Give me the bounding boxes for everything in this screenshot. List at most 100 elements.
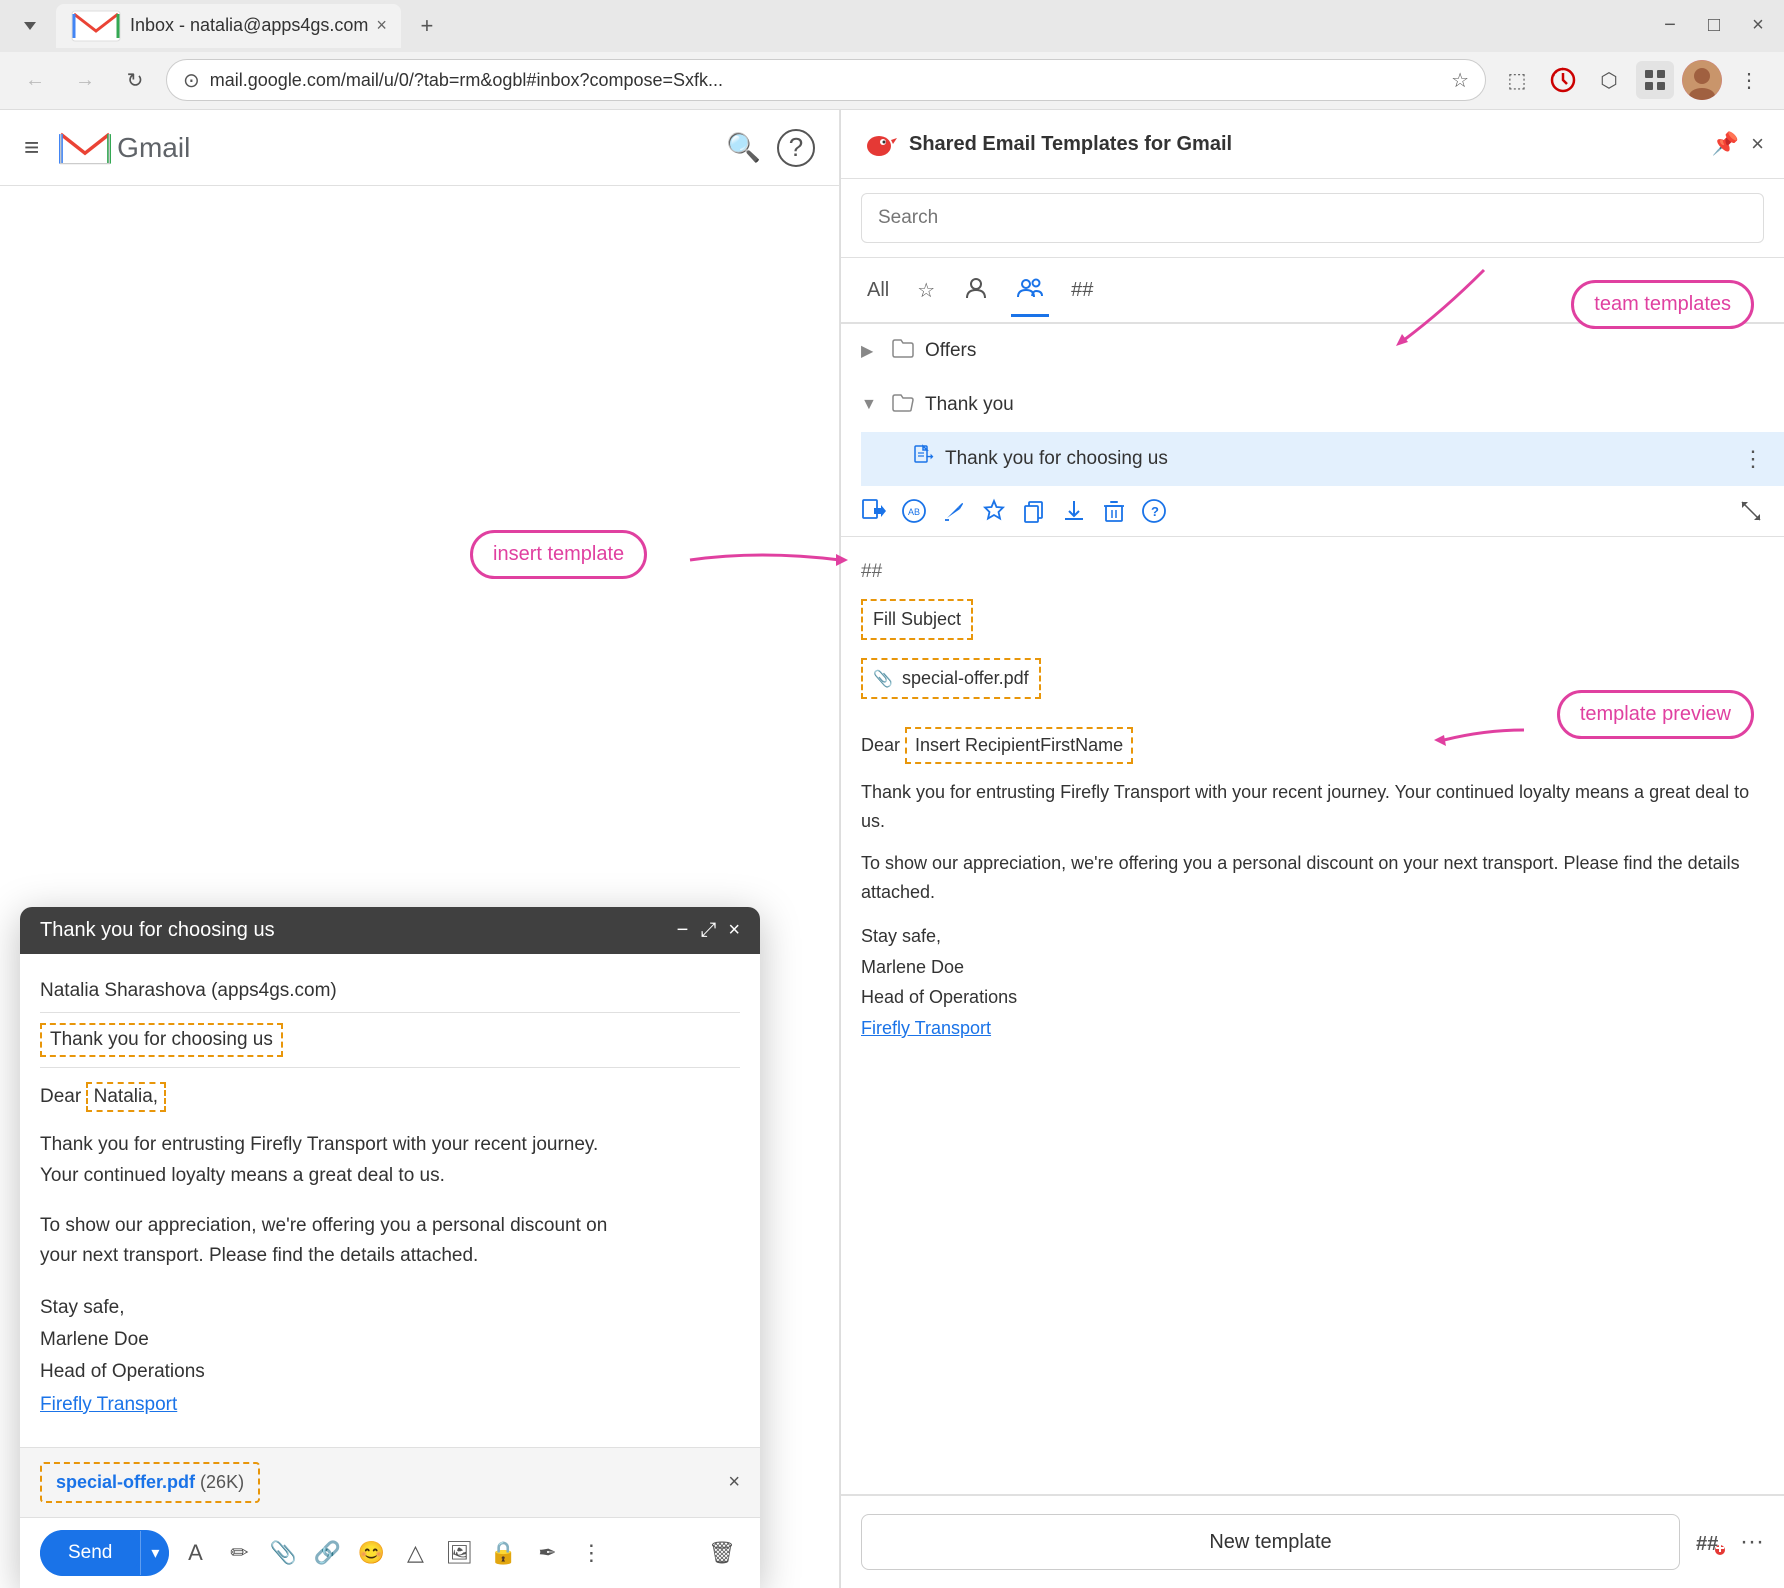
tree-folder-offers[interactable]: ▶ Offers [841,324,1784,378]
action-delete-icon[interactable] [1101,498,1127,524]
back-button[interactable]: ← [16,61,54,99]
preview-recipient-placeholder: Insert RecipientFirstName [905,727,1133,764]
window-maximize[interactable]: □ [1696,8,1732,44]
toolbar-more-icon[interactable]: ⋮ [573,1535,609,1571]
compose-signature: Stay safe, Marlene Doe Head of Operation… [40,1282,740,1431]
footer-more-button[interactable]: ··· [1740,1528,1764,1556]
preview-hash: ## [861,557,1764,587]
forward-button[interactable]: → [66,61,104,99]
cast-button[interactable]: ⬚ [1498,61,1536,99]
tree-folder-thankyou[interactable]: ▼ Thank you [841,378,1784,432]
compose-sig-link[interactable]: Firefly Transport [40,1389,740,1421]
compose-name-highlight: Natalia, [86,1082,166,1112]
drive-icon[interactable]: △ [397,1535,433,1571]
delete-draft-icon[interactable]: 🗑 [704,1535,740,1571]
gmail-logo-icon [59,127,111,169]
tree-item-thankyou-template[interactable]: Thank you for choosing us ⋮ [861,432,1784,486]
compose-close[interactable]: × [728,919,740,942]
ext-header: Shared Email Templates for Gmail 📌 × [841,110,1784,179]
compose-resize[interactable]: ⤢ [700,919,716,942]
preview-body1: Thank you for entrusting Firefly Transpo… [861,778,1764,836]
ext-close-button[interactable]: × [1751,131,1764,157]
action-edit-icon[interactable] [941,498,967,524]
compose-minimize[interactable]: − [677,919,689,942]
ext-footer: New template ## ··· [841,1495,1784,1588]
send-dropdown-button[interactable]: ▾ [140,1531,169,1575]
action-copy-icon[interactable] [1021,498,1047,524]
format-text-icon[interactable]: A [177,1535,213,1571]
team-icon [1017,274,1043,306]
url-text: mail.google.com/mail/u/0/?tab=rm&ogbl#in… [210,70,1441,91]
image-icon[interactable]: 🖼 [441,1535,477,1571]
new-template-button[interactable]: New template [861,1514,1680,1570]
hamburger-menu[interactable]: ≡ [24,132,39,163]
gmail-header: ≡ Gmail 🔍 ? [0,110,839,186]
window-close[interactable]: × [1740,8,1776,44]
history-icon[interactable] [1544,61,1582,99]
ext-preview: ## Fill Subject 📎 special-offer.pdf Dear… [841,537,1784,1495]
gmail-wordmark: Gmail [117,132,190,164]
action-ab-test-icon[interactable]: AB [901,498,927,524]
gmail-help-button[interactable]: ? [777,129,815,167]
hash-icon: ## [1071,279,1093,302]
active-extension-button[interactable] [1636,61,1674,99]
compose-subject-field[interactable]: Thank you for choosing us [40,1023,283,1057]
callout-team-templates: team templates [1571,280,1754,329]
active-tab[interactable]: Inbox - natalia@apps4gs.com × [56,4,401,48]
search-input[interactable] [861,193,1764,243]
action-expand-icon[interactable] [1738,498,1764,524]
action-download-icon[interactable] [1061,498,1087,524]
tab-personal[interactable] [957,266,995,314]
footer-hash-icon[interactable]: ## [1694,1526,1726,1558]
tab-all[interactable]: All [861,271,895,310]
compose-greeting: Dear Natalia, [40,1068,740,1120]
preview-sig-link[interactable]: Firefly Transport [861,1013,1764,1044]
extension-panel: Shared Email Templates for Gmail 📌 × All… [840,110,1784,1588]
gmail-search-button[interactable]: 🔍 [726,131,761,164]
browser-chrome: Inbox - natalia@apps4gs.com × + − □ × ← … [0,0,1784,110]
svg-text:AB: AB [908,507,920,517]
refresh-button[interactable]: ↻ [116,61,154,99]
tab-starred[interactable]: ☆ [911,270,941,311]
emoji-icon[interactable]: 😊 [353,1535,389,1571]
address-bar[interactable]: ⊙ mail.google.com/mail/u/0/?tab=rm&ogbl#… [166,59,1486,101]
compose-toolbar: Send ▾ A ✏ 📎 🔗 😊 △ 🖼 🔒 ✒ ⋮ 🗑 [20,1517,760,1588]
new-tab-button[interactable]: + [405,8,449,44]
svg-text:##: ## [1696,1533,1718,1555]
callout-insert-template: insert template [470,530,647,579]
template-doc-icon [911,444,935,474]
window-minimize[interactable]: − [1652,8,1688,44]
template-more-icon[interactable]: ⋮ [1742,446,1764,472]
chrome-menu-button[interactable]: ⋮ [1730,61,1768,99]
compose-body: Natalia Sharashova (apps4gs.com) Thank y… [20,954,760,1447]
signature-icon[interactable]: ✒ [529,1535,565,1571]
extensions-button[interactable]: ⬡ [1590,61,1628,99]
ext-pin-button[interactable]: 📌 [1712,131,1739,157]
tab-variables[interactable]: ## [1065,271,1099,310]
profile-avatar[interactable] [1682,60,1722,100]
action-insert-icon[interactable] [861,498,887,524]
compose-title: Thank you for choosing us [40,919,275,942]
tab-dropdown[interactable] [8,8,52,44]
attachment-chip[interactable]: special-offer.pdf (26K) [40,1462,260,1503]
bookmark-icon[interactable]: ☆ [1451,68,1469,93]
highlight-icon[interactable]: ✏ [221,1535,257,1571]
folder-open-icon [891,390,915,420]
compose-header: Thank you for choosing us − ⤢ × [20,907,760,954]
ext-logo-icon [861,126,897,162]
send-button[interactable]: Send [40,1530,140,1576]
gmail-panel: ≡ Gmail 🔍 ? Thank you f [0,110,840,1588]
chevron-down-icon: ▼ [861,396,881,414]
tab-close-icon[interactable]: × [376,15,387,36]
tab-team[interactable] [1011,266,1049,317]
compose-header-actions: − ⤢ × [677,919,740,942]
compose-window: Thank you for choosing us − ⤢ × Natalia … [20,907,760,1588]
offers-folder-label: Offers [925,340,1764,362]
ext-title-text: Shared Email Templates for Gmail [909,133,1700,156]
lock-icon[interactable]: 🔒 [485,1535,521,1571]
action-star-icon[interactable] [981,498,1007,524]
link-icon[interactable]: 🔗 [309,1535,345,1571]
attachment-icon[interactable]: 📎 [265,1535,301,1571]
action-help-icon[interactable]: ? [1141,498,1167,524]
attachment-close-button[interactable]: × [728,1471,740,1494]
